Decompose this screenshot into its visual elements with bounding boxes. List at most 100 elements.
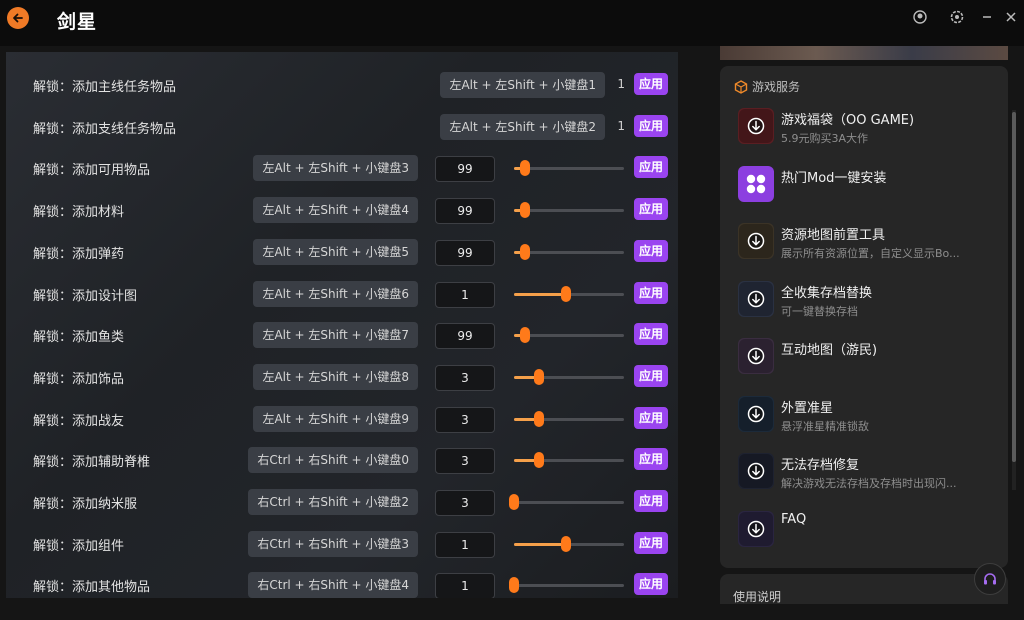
title-bar: 剑星 bbox=[0, 0, 1024, 46]
quantity-slider[interactable] bbox=[514, 368, 624, 385]
quantity-slider[interactable] bbox=[514, 160, 624, 177]
cheat-label: 解锁：添加辅助脊椎 bbox=[33, 455, 151, 471]
back-button[interactable] bbox=[7, 7, 29, 29]
hotkey-button[interactable]: 左Alt + 左Shift + 小键盘5 bbox=[253, 238, 418, 265]
quantity-slider[interactable] bbox=[514, 535, 624, 552]
quantity-input[interactable]: 3 bbox=[435, 364, 495, 391]
quantity-slider[interactable] bbox=[514, 452, 624, 469]
slider-handle[interactable] bbox=[560, 535, 571, 552]
service-title: FAQ bbox=[781, 511, 807, 527]
quantity-input[interactable]: 1 bbox=[435, 531, 495, 558]
apply-button[interactable]: 应用 bbox=[634, 323, 668, 346]
service-item[interactable]: 热门Mod一键安装 bbox=[738, 165, 1000, 216]
service-subtitle: 展示所有资源位置，自定义显示Bo... bbox=[781, 247, 960, 260]
cheat-row: 解锁：添加辅助脊椎 右Ctrl + 右Shift + 小键盘0 3 应用 bbox=[6, 439, 678, 481]
slider-fill bbox=[514, 292, 566, 296]
quantity-input[interactable]: 99 bbox=[435, 323, 495, 350]
slider-handle[interactable] bbox=[520, 243, 530, 260]
quantity-slider[interactable] bbox=[514, 202, 624, 219]
service-title: 互动地图（游民) bbox=[781, 343, 878, 358]
quantity-slider[interactable] bbox=[514, 285, 624, 302]
apply-button[interactable]: 应用 bbox=[634, 531, 668, 554]
quantity-slider[interactable] bbox=[514, 327, 624, 344]
hotkey-button[interactable]: 左Alt + 左Shift + 小键盘6 bbox=[253, 280, 418, 307]
app-title: 剑星 bbox=[57, 11, 98, 33]
cheat-label: 解锁：添加纳米服 bbox=[33, 497, 138, 512]
hotkey-button[interactable]: 左Alt + 左Shift + 小键盘1 bbox=[440, 72, 605, 98]
service-title: 全收集存档替换 bbox=[781, 285, 873, 301]
quantity-input[interactable]: 3 bbox=[435, 448, 495, 475]
cheat-row: 解锁：添加饰品 左Alt + 左Shift + 小键盘8 3 应用 bbox=[6, 356, 678, 398]
services-heading: 游戏服务 bbox=[734, 78, 800, 95]
cheat-label: 解锁：添加支线任务物品 bbox=[33, 121, 177, 137]
settings-icon[interactable] bbox=[949, 9, 965, 25]
service-item[interactable]: FAQ bbox=[738, 510, 1000, 561]
quantity-slider[interactable] bbox=[509, 577, 624, 594]
quantity-input[interactable]: 99 bbox=[435, 198, 495, 225]
cheat-row: 解锁：添加可用物品 左Alt + 左Shift + 小键盘3 99 应用 bbox=[6, 147, 678, 189]
slider-handle[interactable] bbox=[534, 368, 545, 385]
quantity-input[interactable]: 3 bbox=[435, 490, 495, 516]
hotkey-button[interactable]: 左Alt + 左Shift + 小键盘9 bbox=[253, 405, 418, 432]
hotkey-button[interactable]: 右Ctrl + 右Shift + 小键盘0 bbox=[248, 447, 418, 474]
cut-off-row bbox=[6, 52, 678, 56]
apply-button[interactable]: 应用 bbox=[634, 448, 668, 471]
quantity-input[interactable]: 1 bbox=[435, 281, 495, 308]
service-title: 外置准星 bbox=[781, 400, 834, 416]
quantity-slider[interactable] bbox=[514, 243, 624, 260]
cheat-row: 解锁：添加鱼类 左Alt + 左Shift + 小键盘7 99 应用 bbox=[6, 314, 678, 356]
slider-handle[interactable] bbox=[534, 452, 545, 469]
apply-button[interactable]: 应用 bbox=[634, 156, 668, 179]
hotkey-button[interactable]: 左Alt + 左Shift + 小键盘2 bbox=[440, 113, 605, 140]
close-icon[interactable] bbox=[1003, 9, 1019, 25]
hotkey-button[interactable]: 左Alt + 左Shift + 小键盘7 bbox=[253, 322, 418, 349]
quantity-slider[interactable] bbox=[514, 410, 624, 427]
hotkey-button[interactable]: 左Alt + 左Shift + 小键盘4 bbox=[253, 197, 418, 224]
quantity-slider[interactable] bbox=[509, 494, 624, 510]
slider-handle[interactable] bbox=[520, 202, 530, 219]
usage-panel[interactable]: 使用说明 bbox=[720, 574, 1008, 604]
cheat-row: 解锁：添加材料 左Alt + 左Shift + 小键盘4 99 应用 bbox=[6, 189, 678, 231]
apply-button[interactable]: 应用 bbox=[634, 406, 668, 429]
service-subtitle: 悬浮准星精准锁敌 bbox=[781, 419, 869, 433]
quantity-input[interactable]: 1 bbox=[435, 573, 495, 598]
service-item[interactable]: 无法存档修复 解决游戏无法存档及存档时出现闪... bbox=[738, 453, 1000, 503]
slider-handle[interactable] bbox=[520, 160, 530, 177]
hotkey-button[interactable]: 右Ctrl + 右Shift + 小键盘4 bbox=[248, 572, 418, 598]
service-item[interactable]: 互动地图（游民) bbox=[738, 338, 1000, 388]
apply-button[interactable]: 应用 bbox=[634, 573, 668, 596]
service-item[interactable]: 外置准星悬浮准星精准锁敌 bbox=[738, 395, 1000, 446]
slider-handle[interactable] bbox=[520, 327, 530, 344]
hotkey-button[interactable]: 右Ctrl + 右Shift + 小键盘3 bbox=[248, 530, 418, 557]
services-scrollbar-thumb[interactable] bbox=[1012, 112, 1016, 462]
slider-handle[interactable] bbox=[560, 285, 571, 302]
quantity-input[interactable]: 3 bbox=[435, 406, 495, 433]
cheat-label: 解锁：添加设计图 bbox=[33, 288, 138, 304]
apply-button[interactable]: 应用 bbox=[634, 239, 668, 262]
service-item[interactable]: 全收集存档替换 可一键替换存档 bbox=[738, 280, 1000, 331]
slider-handle[interactable] bbox=[534, 410, 545, 427]
hotkey-button[interactable]: 右Ctrl + 右Shift + 小键盘2 bbox=[248, 489, 418, 515]
quantity-input[interactable]: 99 bbox=[435, 156, 495, 183]
apply-button[interactable]: 应用 bbox=[634, 490, 668, 512]
hotkey-button[interactable]: 左Alt + 左Shift + 小键盘3 bbox=[253, 155, 418, 182]
slider-handle[interactable] bbox=[509, 577, 519, 594]
download-icon bbox=[738, 510, 774, 547]
minimize-icon[interactable] bbox=[979, 9, 995, 25]
support-button[interactable] bbox=[974, 563, 1006, 595]
apply-button[interactable]: 应用 bbox=[634, 281, 668, 304]
apply-button[interactable]: 应用 bbox=[634, 364, 668, 387]
service-title: 资源地图前置工具 bbox=[781, 228, 886, 243]
hotkey-button[interactable]: 左Alt + 左Shift + 小键盘8 bbox=[253, 363, 418, 390]
cheat-label: 解锁：添加弹药 bbox=[33, 246, 125, 262]
slider-handle[interactable] bbox=[509, 494, 519, 510]
quantity-input[interactable]: 99 bbox=[435, 239, 495, 266]
apply-button[interactable]: 应用 bbox=[634, 198, 668, 221]
user-icon[interactable] bbox=[912, 9, 928, 25]
service-title: 游戏福袋（OO GAME) bbox=[781, 113, 915, 128]
service-item[interactable]: 资源地图前置工具展示所有资源位置，自定义显示Bo... bbox=[738, 223, 1000, 273]
apply-button[interactable]: 应用 bbox=[634, 73, 668, 95]
cheat-label: 解锁：添加材料 bbox=[33, 205, 125, 221]
apply-button[interactable]: 应用 bbox=[634, 114, 668, 137]
service-item[interactable]: 游戏福袋（OO GAME) 5.9元购买3A大作 bbox=[738, 108, 1000, 158]
